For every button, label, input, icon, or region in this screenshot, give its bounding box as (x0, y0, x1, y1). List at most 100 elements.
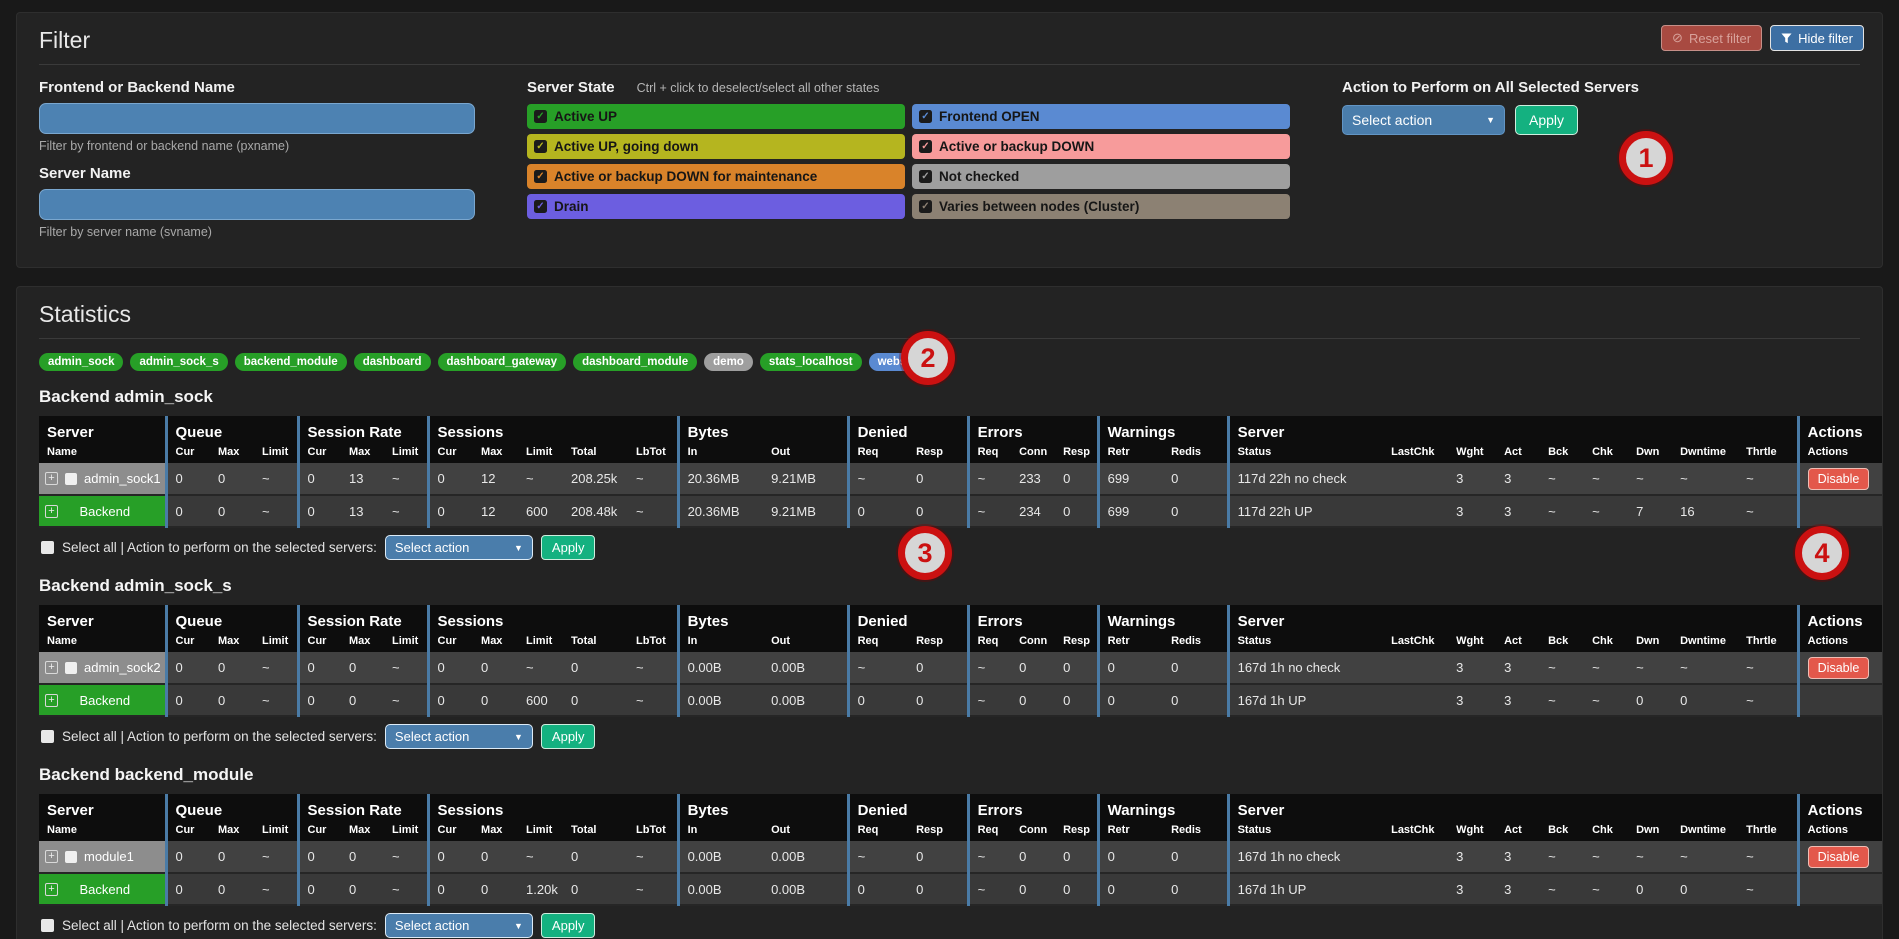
server-state-toggle[interactable]: ✓Frontend OPEN (912, 104, 1290, 129)
stat-cell: 3 (1496, 463, 1540, 495)
stat-cell: 0 (1055, 684, 1098, 716)
stat-cell: ~ (1584, 495, 1628, 527)
column-header: Dwntime (1672, 444, 1738, 463)
select-all-bar: Select all | Action to perform on the se… (41, 913, 1860, 938)
global-action-column: Action to Perform on All Selected Server… (1342, 79, 1639, 135)
row-action-select[interactable]: Select action▼ (385, 724, 533, 749)
stat-cell: 0 (1628, 684, 1672, 716)
column-header: Limit (254, 444, 298, 463)
select-all-checkbox[interactable] (41, 541, 54, 554)
column-group-header: Errors (968, 605, 1098, 633)
column-header: Act (1496, 822, 1540, 841)
column-header: Act (1496, 633, 1540, 652)
disable-button[interactable]: Disable (1808, 846, 1870, 868)
backend-section: Backend backend_moduleServerQueueSession… (39, 765, 1860, 938)
expand-icon[interactable]: + (45, 505, 58, 518)
proxy-badge[interactable]: dashboard_module (573, 353, 697, 371)
checkbox-checked-icon: ✓ (919, 170, 932, 183)
column-header: LbTot (628, 633, 678, 652)
stat-cell: 0 (1098, 652, 1163, 684)
column-header: Chk (1584, 633, 1628, 652)
filter-title: Filter (39, 27, 1860, 65)
column-header: Thrtle (1738, 822, 1798, 841)
stat-cell: ~ (968, 873, 1011, 905)
column-header: Status (1228, 633, 1383, 652)
row-action-select-value: Select action (395, 729, 469, 744)
stat-cell: 0 (908, 463, 968, 495)
row-checkbox[interactable] (65, 851, 77, 863)
expand-icon[interactable]: + (45, 883, 58, 896)
server-state-toggle[interactable]: ✓Active or backup DOWN for maintenance (527, 164, 905, 189)
stat-cell: ~ (1584, 684, 1628, 716)
backend-section-title: Backend backend_module (39, 765, 1860, 785)
column-header: Limit (254, 822, 298, 841)
column-header: Redis (1163, 633, 1228, 652)
server-state-toggle[interactable]: ✓Drain (527, 194, 905, 219)
proxy-badge[interactable]: admin_sock_s (130, 353, 227, 371)
row-apply-button[interactable]: Apply (541, 724, 596, 749)
server-state-toggle[interactable]: ✓Active UP, going down (527, 134, 905, 159)
stat-cell: ~ (254, 684, 298, 716)
stat-cell: 0 (563, 841, 628, 873)
server-name-input[interactable] (39, 189, 475, 220)
global-action-select[interactable]: Select action ▼ (1342, 105, 1505, 135)
backend-name-label: Backend (79, 504, 144, 519)
server-state-toggle[interactable]: ✓Active or backup DOWN (912, 134, 1290, 159)
stat-cell: ~ (1584, 841, 1628, 873)
server-state-toggle[interactable]: ✓Not checked (912, 164, 1290, 189)
column-group-header: Server (39, 605, 166, 633)
column-group-header: Server (39, 794, 166, 822)
server-state-toggle-label: Drain (554, 199, 589, 214)
server-name-cell: +admin_sock2 (39, 652, 166, 684)
expand-icon[interactable]: + (45, 850, 58, 863)
stat-cell: 7 (1628, 495, 1672, 527)
stat-cell: 0 (1163, 684, 1228, 716)
row-apply-button[interactable]: Apply (541, 913, 596, 938)
stat-cell: 0 (210, 873, 254, 905)
global-apply-button[interactable]: Apply (1515, 105, 1578, 135)
select-all-checkbox[interactable] (41, 730, 54, 743)
stat-cell: 0.00B (678, 652, 763, 684)
server-state-toggle[interactable]: ✓Varies between nodes (Cluster) (912, 194, 1290, 219)
reset-filter-button[interactable]: ⊘ Reset filter (1661, 25, 1762, 51)
expand-icon[interactable]: + (45, 694, 58, 707)
column-header: Redis (1163, 444, 1228, 463)
proxy-badge[interactable]: dashboard_gateway (438, 353, 567, 371)
row-checkbox[interactable] (65, 473, 77, 485)
proxy-badge[interactable]: demo (704, 353, 753, 371)
table-row: +admin_sock100~013~012~208.25k~20.36MB9.… (39, 463, 1882, 495)
column-header: Resp (908, 633, 968, 652)
proxy-badge[interactable]: admin_sock (39, 353, 123, 371)
proxy-badge[interactable]: dashboard (354, 353, 431, 371)
frontend-name-input[interactable] (39, 103, 475, 134)
stats-table: ServerQueueSession RateSessionsBytesDeni… (39, 794, 1882, 906)
disable-button[interactable]: Disable (1808, 657, 1870, 679)
actions-cell (1798, 873, 1882, 905)
column-header: Act (1496, 444, 1540, 463)
stat-cell: 0.00B (678, 684, 763, 716)
row-action-select[interactable]: Select action▼ (385, 913, 533, 938)
stat-cell: 167d 1h no check (1228, 652, 1383, 684)
proxy-badge[interactable]: stats_localhost (760, 353, 862, 371)
stat-cell: 3 (1496, 684, 1540, 716)
row-checkbox[interactable] (65, 662, 77, 674)
row-apply-button[interactable]: Apply (541, 535, 596, 560)
server-name-help: Filter by server name (svname) (39, 225, 475, 239)
select-all-checkbox[interactable] (41, 919, 54, 932)
column-header: Max (341, 444, 384, 463)
row-action-select[interactable]: Select action▼ (385, 535, 533, 560)
stat-cell: 0 (1163, 841, 1228, 873)
stat-cell: ~ (518, 652, 563, 684)
server-state-toggle[interactable]: ✓Active UP (527, 104, 905, 129)
expand-icon[interactable]: + (45, 472, 58, 485)
hide-filter-button[interactable]: Hide filter (1770, 25, 1864, 51)
disable-button[interactable]: Disable (1808, 468, 1870, 490)
stat-cell: 0.00B (763, 684, 848, 716)
proxy-badge[interactable]: backend_module (235, 353, 347, 371)
column-header: Wght (1448, 444, 1496, 463)
expand-icon[interactable]: + (45, 661, 58, 674)
stat-cell: 0 (298, 841, 341, 873)
column-header: Cur (298, 822, 341, 841)
table-group-header-row: ServerQueueSession RateSessionsBytesDeni… (39, 794, 1882, 822)
stat-cell: 0 (166, 841, 210, 873)
